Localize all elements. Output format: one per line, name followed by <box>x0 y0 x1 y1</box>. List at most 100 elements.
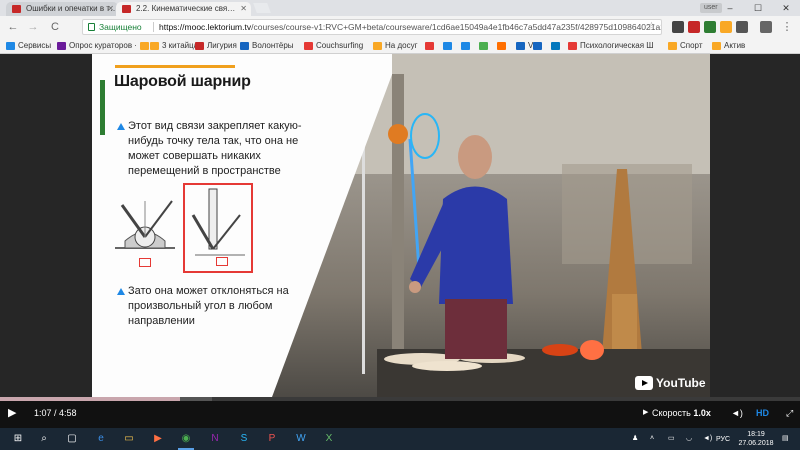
bookmark-favicon-icon <box>533 42 542 50</box>
bookmark-item[interactable]: 3 китайца <box>150 39 198 53</box>
skype-icon[interactable]: S <box>236 431 252 447</box>
minimize-button[interactable]: – <box>716 0 744 16</box>
extension-icon[interactable] <box>760 21 772 33</box>
ball-joint-diagram <box>110 193 180 265</box>
slide-bullet: Зато она может отклоняться на произвольн… <box>117 284 317 329</box>
bookmark-item[interactable]: Лигурия <box>195 39 237 53</box>
hd-button[interactable]: HD <box>756 403 769 423</box>
maximize-button[interactable]: ☐ <box>744 0 772 16</box>
menu-icon[interactable]: ⋮ <box>780 20 794 34</box>
bookmark-label: Сервисы <box>18 41 52 50</box>
search-icon[interactable]: ⌕ <box>36 431 52 447</box>
volume-icon[interactable]: ◄) <box>731 403 743 423</box>
slide-bullet: Этот вид связи закрепляет какую-нибудь т… <box>117 119 317 179</box>
bookmark-favicon-icon <box>304 42 313 50</box>
notifications-icon[interactable]: ▤ <box>782 434 789 443</box>
extension-icon[interactable] <box>736 21 748 33</box>
tab-title: 2.2. Кинематические свя… <box>136 4 236 13</box>
media-icon[interactable]: ▶ <box>150 431 166 447</box>
bookmarks-bar: Сервисы Опрос кураторов · 3 китайца Лигурия… <box>0 38 800 54</box>
powerpoint-icon[interactable]: P <box>264 431 280 447</box>
bookmark-favicon-icon <box>461 42 470 50</box>
bookmark-item[interactable]: Опрос кураторов · <box>57 39 137 53</box>
browser-titlebar: Ошибки и опечатки в т… ✕ 2.2. Кинематиче… <box>0 0 800 16</box>
progress-bar[interactable] <box>0 397 800 401</box>
pencil-icon <box>100 80 105 135</box>
chevron-up-icon[interactable]: ˄ <box>650 434 654 443</box>
bookmark-item[interactable]: Сервисы <box>6 39 51 53</box>
extension-icon[interactable] <box>720 21 732 33</box>
bookmark-favicon-icon <box>497 42 506 50</box>
excel-icon[interactable]: X <box>321 431 337 447</box>
explorer-icon[interactable]: ▭ <box>121 431 137 447</box>
bookmark-item[interactable]: Couchsurfing <box>304 39 363 53</box>
bookmark-label: Опрос кураторов · <box>69 41 137 50</box>
bookmark-star-icon[interactable]: ☆ <box>647 20 656 34</box>
progress-fill <box>0 397 180 401</box>
youtube-logo[interactable]: YouTube <box>635 376 706 390</box>
bookmark-favicon-icon <box>6 42 15 50</box>
bookmark-favicon-icon <box>516 42 525 50</box>
address-bar[interactable]: Защищено https://mooc.lektorium.tv/cours… <box>82 19 662 35</box>
bookmark-item[interactable] <box>425 39 437 53</box>
reload-button[interactable]: C <box>48 20 62 34</box>
tab-kinematic[interactable]: 2.2. Кинематические свя… ✕ <box>116 2 251 16</box>
new-tab-button[interactable] <box>253 3 271 13</box>
bookmark-item[interactable] <box>461 39 473 53</box>
speed-button[interactable]: Скорость 1.0x <box>652 403 711 423</box>
bookmark-item[interactable]: Волонтёры <box>240 39 294 53</box>
bookmark-item[interactable] <box>443 39 455 53</box>
bookmark-label: На досуг <box>385 41 418 50</box>
tab-errors[interactable]: Ошибки и опечатки в т… ✕ <box>6 2 118 16</box>
bookmark-label: Актив <box>724 41 746 50</box>
bookmark-item[interactable]: Спорт <box>668 39 703 53</box>
browser-toolbar: ← → C Защищено https://mooc.lektorium.tv… <box>0 16 800 38</box>
bookmark-favicon-icon <box>57 42 66 50</box>
bookmark-item[interactable] <box>533 39 545 53</box>
back-button[interactable]: ← <box>6 20 20 34</box>
close-window-button[interactable]: ✕ <box>772 0 800 16</box>
tab-title: Ошибки и опечатки в т… <box>26 4 118 13</box>
start-icon[interactable]: ⊞ <box>10 431 26 447</box>
bookmark-favicon-icon <box>479 42 488 50</box>
bookmark-favicon-icon <box>443 42 452 50</box>
close-tab-icon[interactable]: ✕ <box>107 2 114 16</box>
bookmark-favicon-icon <box>712 42 721 50</box>
speaker-icon[interactable]: ◄) <box>703 434 712 443</box>
presenter <box>395 129 515 359</box>
bookmark-favicon-icon <box>425 42 434 50</box>
network-icon[interactable]: ◡ <box>686 434 692 443</box>
edge-icon[interactable]: e <box>93 431 109 447</box>
bookmark-item[interactable] <box>551 39 563 53</box>
bookmark-item[interactable] <box>497 39 509 53</box>
bookmark-label: Couchsurfing <box>316 41 364 50</box>
task-view-icon[interactable]: ▢ <box>64 431 80 447</box>
extension-icon[interactable] <box>704 21 716 33</box>
bookmark-item[interactable]: Актив <box>712 39 745 53</box>
forward-button[interactable]: → <box>26 20 40 34</box>
tab-favicon <box>12 5 21 13</box>
play-button[interactable]: ▶ <box>8 403 16 423</box>
onenote-icon[interactable]: N <box>207 431 223 447</box>
word-icon[interactable]: W <box>293 431 309 447</box>
label-box <box>216 257 228 266</box>
clock[interactable]: 18:19 27.06.2018 <box>736 430 776 448</box>
youtube-play-icon <box>635 376 653 390</box>
extension-icon[interactable] <box>688 21 700 33</box>
bookmark-label: Волонтёры <box>252 41 294 50</box>
battery-icon[interactable]: ▭ <box>668 434 675 443</box>
label-box <box>139 258 151 267</box>
people-icon[interactable]: ♟ <box>632 434 638 443</box>
video-controls: ▶ 1:07 / 4:58 ▶ Скорость 1.0x ◄) HD ⤢ <box>0 397 800 428</box>
bookmark-favicon-icon <box>240 42 249 50</box>
fullscreen-icon[interactable]: ⤢ <box>786 403 793 423</box>
lock-icon <box>88 23 95 31</box>
chrome-icon[interactable]: ◉ <box>178 431 194 447</box>
bookmark-item[interactable]: Психологическая Ш <box>568 39 654 53</box>
bookmark-item[interactable]: На досуг <box>373 39 417 53</box>
extension-icon[interactable] <box>672 21 684 33</box>
language-indicator[interactable]: РУС <box>716 435 730 444</box>
bookmark-item[interactable] <box>479 39 491 53</box>
close-tab-icon[interactable]: ✕ <box>240 2 247 16</box>
bookmark-favicon-icon <box>195 42 204 50</box>
